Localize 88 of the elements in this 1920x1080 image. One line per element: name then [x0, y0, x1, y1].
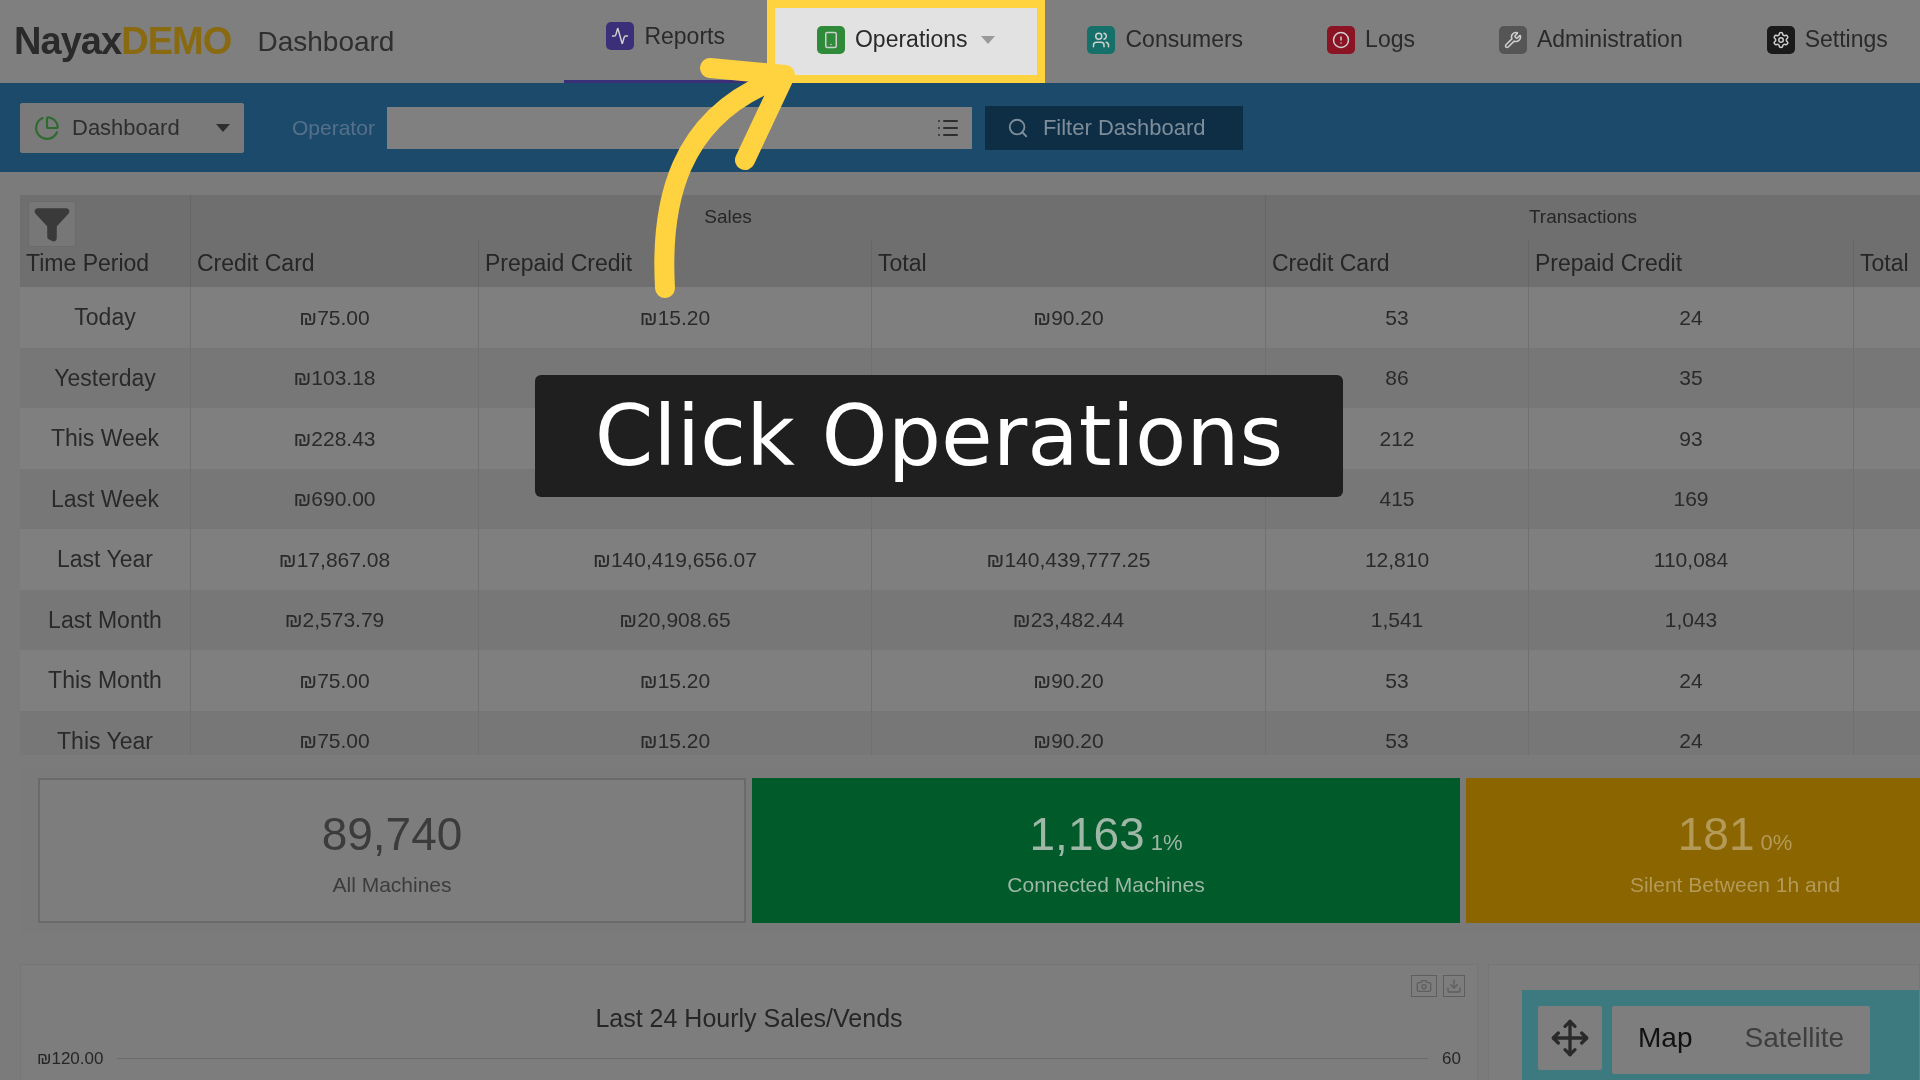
- table-cell-text: ₪140,439,777.25: [986, 546, 1151, 573]
- table-cell-text: ₪15.20: [639, 304, 711, 331]
- map-type-tab[interactable]: Map: [1612, 1006, 1719, 1070]
- table-cell-text: ₪75.00: [299, 667, 370, 694]
- table-cell-text: ₪20,908.65: [619, 607, 731, 633]
- column-header[interactable]: Prepaid Credit: [485, 245, 633, 281]
- table-cell-text: ₪90.20: [1033, 667, 1104, 694]
- nav-tab[interactable]: Settings: [1724, 0, 1920, 83]
- nav-tab[interactable]: Operations: [766, 0, 1046, 83]
- group-header: Transactions: [1528, 204, 1638, 229]
- table-cell-text: 35: [1679, 365, 1703, 391]
- table-cell-text: ₪15.20: [639, 728, 711, 754]
- page-title: Dashboard: [257, 24, 395, 59]
- column-header[interactable]: Total: [1860, 245, 1909, 281]
- group-header: Sales: [704, 204, 752, 229]
- stat-percent: 1%: [1150, 829, 1183, 858]
- filter-icon[interactable]: [28, 201, 76, 247]
- table-cell-text: 86: [1385, 365, 1409, 391]
- table-cell-text: Today: [74, 303, 136, 332]
- table-cell-text: ₪690.00: [293, 486, 376, 512]
- logo: NayaxDEMO: [14, 19, 232, 64]
- table-cell-text: 24: [1679, 667, 1703, 694]
- table-cell-text: ₪75.00: [299, 304, 370, 331]
- table-cell-text: 53: [1385, 667, 1409, 694]
- table-cell-text: ₪15.20: [639, 667, 711, 694]
- table-cell-text: 212: [1379, 425, 1415, 452]
- stat-label: Silent Between 1h and: [1629, 872, 1841, 899]
- camera-icon[interactable]: [1411, 975, 1437, 997]
- settings-icon: [1766, 25, 1795, 54]
- table-cell-text: ₪90.20: [1033, 304, 1104, 331]
- table-cell-text: 1,043: [1664, 607, 1718, 633]
- axis-label: 60: [1442, 1047, 1461, 1070]
- table-cell-text: 169: [1673, 486, 1709, 512]
- table-cell-text: ₪90.20: [1033, 728, 1104, 754]
- download-icon[interactable]: [1443, 975, 1465, 997]
- table-cell-text: 53: [1385, 728, 1409, 754]
- table-cell-text: 110,084: [1653, 546, 1729, 573]
- table-cell-text: 24: [1679, 728, 1703, 754]
- table-cell-text: Last Month: [48, 605, 162, 635]
- table-cell-text: Last Year: [57, 545, 153, 574]
- search-icon: [1006, 116, 1029, 139]
- table-cell-text: Last Week: [50, 484, 160, 514]
- pie-chart-icon: [34, 114, 60, 141]
- column-header[interactable]: Time Period: [26, 245, 150, 281]
- table-cell-text: ₪75.00: [299, 728, 370, 754]
- stat-value: 89,740: [321, 807, 463, 863]
- dashboard-menu[interactable]: Dashboard: [20, 102, 244, 153]
- table-cell-text: ₪103.18: [293, 365, 376, 391]
- table-cell-text: ₪228.43: [293, 425, 376, 452]
- alert-icon: [1327, 25, 1356, 54]
- table-cell-text: 415: [1379, 486, 1415, 512]
- table-cell-text: This Month: [48, 666, 162, 695]
- filter-button[interactable]: Filter Dashboard: [984, 105, 1243, 150]
- table-cell-text: 93: [1679, 425, 1703, 452]
- nav-tab[interactable]: Logs: [1285, 0, 1457, 83]
- axis-label: ₪120.00: [37, 1047, 104, 1070]
- map-type-tab[interactable]: Satellite: [1718, 1006, 1871, 1070]
- table-cell-text: 53: [1385, 304, 1409, 331]
- wrench-icon: [1498, 25, 1527, 54]
- caret-icon: [216, 123, 230, 132]
- column-header[interactable]: Prepaid Credit: [1535, 245, 1683, 281]
- column-header[interactable]: Credit Card: [1272, 245, 1390, 281]
- table-cell-text: 24: [1679, 304, 1703, 331]
- operator-field[interactable]: [386, 106, 972, 149]
- stat-value: 181: [1677, 807, 1755, 863]
- table-cell-text: ₪2,573.79: [284, 607, 385, 633]
- people-icon: [1087, 25, 1116, 54]
- table-cell-text: 1,541: [1370, 607, 1424, 633]
- table-cell-text: 12,810: [1364, 546, 1430, 573]
- nav-tab[interactable]: Consumers: [1045, 0, 1286, 83]
- chart-title: Last 24 Hourly Sales/Vends: [595, 1003, 903, 1034]
- table-cell-text: Yesterday: [54, 363, 156, 393]
- column-header[interactable]: Credit Card: [197, 245, 315, 281]
- column-header[interactable]: Total: [878, 245, 927, 281]
- stat-label: All Machines: [332, 872, 452, 899]
- move-icon[interactable]: [1538, 1006, 1602, 1070]
- stat-label: Connected Machines: [1007, 872, 1205, 899]
- operator-label: Operator: [292, 114, 375, 141]
- table-cell-text: This Year: [57, 726, 153, 755]
- stat-percent: 0%: [1760, 829, 1793, 858]
- table-cell-text: ₪140,419,656.07: [593, 546, 757, 573]
- nav-tab[interactable]: Administration: [1456, 0, 1725, 83]
- table-cell-text: This Week: [50, 424, 160, 453]
- stat-value: 1,163: [1029, 807, 1145, 863]
- phone-icon: [816, 25, 845, 54]
- tutorial-caption: Click Operations: [535, 375, 1343, 497]
- table-cell-text: ₪23,482.44: [1012, 607, 1125, 633]
- table-cell-text: ₪17,867.08: [278, 546, 391, 573]
